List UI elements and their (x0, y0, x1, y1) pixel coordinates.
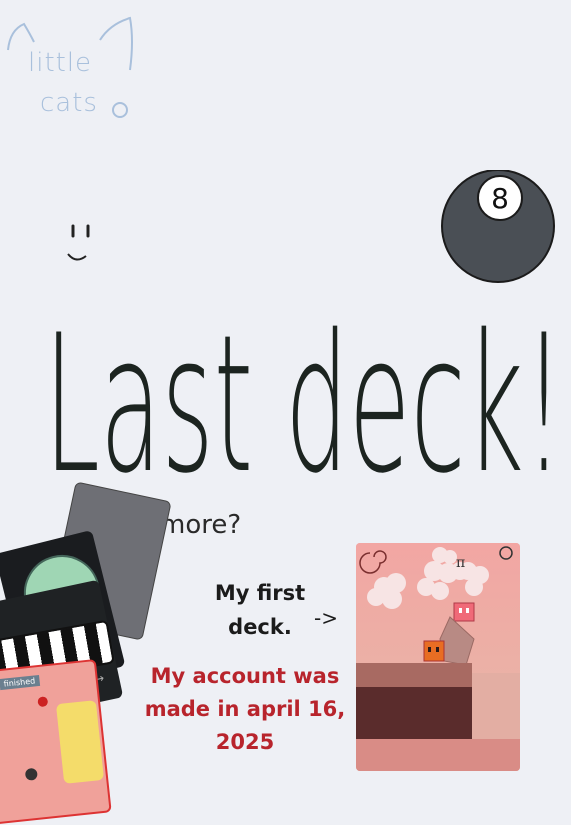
headline-text: Last deck! (44, 294, 564, 490)
logo-word-cats: cats (40, 88, 98, 118)
red-dot-icon (37, 696, 49, 708)
eight-ball-number: 8 (491, 182, 509, 215)
ground-dark (356, 687, 472, 739)
first-deck-caption: My first deck. (200, 576, 320, 644)
account-line-3: 2025 (215, 730, 275, 754)
eight-ball-icon: 8 (441, 170, 555, 283)
more-note: more? (160, 510, 242, 540)
account-line-2: made in april 16, (144, 697, 346, 721)
ground-bottom (356, 739, 520, 771)
player-block-icon (423, 640, 445, 662)
arrow-right-icon: -> (314, 606, 338, 630)
ground-top (356, 663, 472, 687)
first-deck-game-preview[interactable]: π (356, 543, 520, 771)
first-deck-line-1: My first (214, 581, 306, 605)
card-yellow (55, 700, 105, 784)
pi-symbol: π (456, 555, 465, 571)
page-title: Last deck! (44, 294, 564, 490)
smiley-face-icon (67, 224, 90, 261)
logo-word-little: little (28, 48, 93, 78)
ground-right (472, 673, 520, 739)
little-cats-logo: little cats (0, 10, 150, 130)
game-scene-illustration: π (356, 543, 520, 771)
account-info: My account was made in april 16, 2025 (130, 660, 360, 759)
character-icon (24, 767, 38, 781)
account-line-1: My account was (150, 664, 340, 688)
pink-block-icon (453, 602, 475, 622)
card-status-label: finished (0, 674, 40, 691)
first-deck-line-2: deck. (228, 615, 292, 639)
